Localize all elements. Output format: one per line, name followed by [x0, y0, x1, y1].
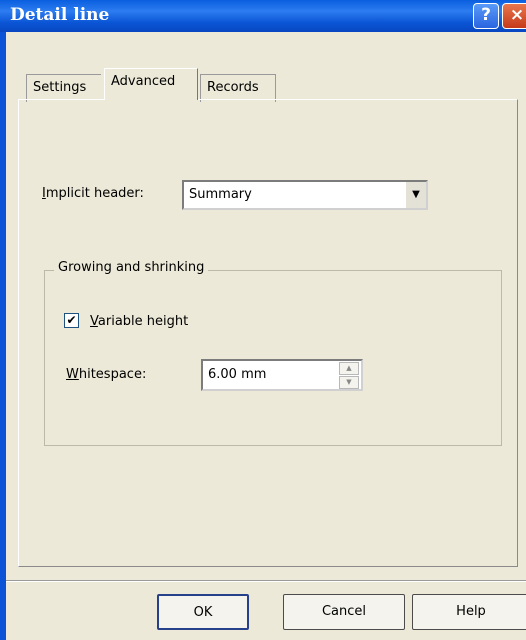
whitespace-label: Whitespace:	[66, 367, 147, 382]
tab-records[interactable]: Records	[200, 74, 276, 102]
button-separator	[6, 580, 526, 582]
whitespace-value: 6.00 mm	[208, 367, 267, 382]
variable-height-label[interactable]: Variable height	[90, 314, 188, 329]
help-icon[interactable]: ?	[473, 3, 499, 29]
close-icon[interactable]: ×	[502, 3, 526, 29]
window-frame-left	[0, 32, 6, 640]
implicit-header-select[interactable]: Summary ▼	[182, 180, 428, 210]
implicit-header-label: Implicit header:	[42, 186, 144, 201]
help-button[interactable]: Help	[412, 594, 526, 630]
chevron-down-icon[interactable]: ▼	[404, 182, 426, 208]
group-title: Growing and shrinking	[54, 260, 209, 275]
variable-height-checkbox[interactable]: ✔	[64, 313, 79, 328]
spin-up-icon[interactable]: ▲	[339, 362, 359, 375]
spin-down-icon[interactable]: ▼	[339, 376, 359, 389]
tab-advanced[interactable]: Advanced	[104, 68, 198, 100]
whitespace-stepper[interactable]: 6.00 mm ▲ ▼	[201, 359, 363, 391]
dialog-window: Detail line ? × Settings Records Advance…	[0, 0, 526, 640]
title-bar: Detail line ? ×	[0, 0, 526, 32]
growing-shrinking-group	[44, 270, 502, 446]
implicit-header-value: Summary	[189, 187, 252, 202]
cancel-button[interactable]: Cancel	[283, 594, 405, 630]
tab-settings[interactable]: Settings	[26, 74, 101, 102]
window-title: Detail line	[10, 5, 110, 25]
ok-button[interactable]: OK	[157, 594, 249, 630]
